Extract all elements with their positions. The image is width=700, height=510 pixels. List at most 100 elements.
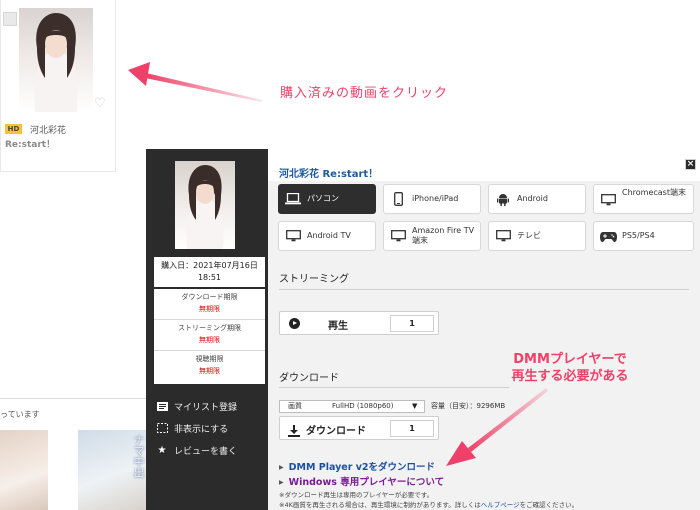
stream-count: 1: [390, 315, 434, 332]
related-video-thumbnail[interactable]: [0, 430, 48, 510]
player-download-link[interactable]: ▶ DMM Player v2をダウンロード: [279, 459, 435, 473]
streaming-divider: [279, 289, 689, 290]
star-icon: ★: [157, 444, 167, 456]
device-label: Android TV: [307, 231, 351, 240]
annotation-click-purchased: 購入済みの動画をクリック: [280, 86, 449, 101]
video-thumbnail[interactable]: [19, 8, 93, 112]
select-checkbox[interactable]: [3, 12, 17, 26]
monitor-icon: [387, 230, 409, 242]
play-button[interactable]: 再生 1: [279, 311, 439, 335]
related-video-thumbnail[interactable]: ナマ中出: [78, 430, 148, 510]
side-item-label: 非表示にする: [174, 424, 229, 435]
device-iphone[interactable]: iPhone/iPad: [383, 184, 481, 214]
note-line-2: ※4K画質を再生される場合は、再生環境に制約があります。詳しくはヘルプページをご…: [279, 499, 578, 509]
download-divider: [279, 387, 509, 388]
side-item-hide[interactable]: 非表示にする: [156, 417, 266, 439]
bullet-triangle-icon: ▶: [279, 479, 284, 486]
quality-value: FullHD (1080p60): [332, 402, 394, 410]
streaming-heading: ストリーミング: [279, 274, 349, 285]
annotation-need-player: DMMプレイヤーで 再生する必要がある: [500, 351, 640, 385]
dropdown-arrow-icon: ▼: [412, 402, 418, 410]
device-label: パソコン: [307, 194, 339, 203]
quality-row: 画質 FullHD (1080p60) ▼ 容量（目安）：9296MB: [279, 399, 505, 413]
modal-title: 河北彩花 Re:start！: [279, 169, 379, 180]
favorite-heart-icon[interactable]: ♡: [94, 96, 106, 111]
note-text: ※4K画質を再生される場合は、再生環境に制約があります。詳しくは: [279, 501, 481, 509]
monitor-icon: [597, 194, 619, 206]
download-icon: [288, 422, 300, 437]
device-label-line2: 端末: [412, 236, 428, 245]
link-text: DMM Player v2をダウンロード: [288, 462, 435, 473]
device-pc[interactable]: パソコン: [278, 184, 376, 214]
device-android-tv[interactable]: Android TV: [278, 221, 376, 251]
bullet-triangle-icon: ▶: [279, 464, 284, 471]
mylist-icon: [156, 401, 168, 411]
device-label: PS5/PS4: [622, 231, 655, 240]
hd-badge: HD: [5, 124, 22, 134]
hide-icon: [156, 423, 168, 433]
device-ps[interactable]: PS5/PS4: [593, 221, 694, 251]
side-item-label: レビューを書く: [174, 446, 238, 457]
monitor-icon: [282, 230, 304, 242]
gamepad-icon: [597, 231, 619, 242]
phone-icon: [387, 192, 409, 206]
android-icon: [492, 193, 514, 206]
device-label: テレビ: [517, 231, 541, 240]
download-count: 1: [390, 420, 434, 437]
device-tv[interactable]: テレビ: [488, 221, 586, 251]
device-android[interactable]: Android: [488, 184, 586, 214]
link-text: Windows 専用プレイヤーについて: [288, 477, 445, 488]
side-item-mylist[interactable]: マイリスト登録: [156, 395, 266, 417]
divider: [0, 398, 150, 399]
note-text: をご確認ください。: [519, 501, 579, 509]
purchase-detail-modal: 購入日：2021年07月16日 18:51 ダウンロード期限 無期限 ストリーミ…: [146, 149, 700, 510]
period-value: 無期限: [199, 336, 220, 344]
period-value: 無期限: [199, 305, 220, 313]
download-label: ダウンロード: [306, 426, 366, 437]
side-menu: マイリスト登録 非表示にする ★ レビューを書く: [156, 395, 266, 461]
purchase-time: 18:51: [197, 273, 222, 282]
windows-player-link[interactable]: ▶ Windows 専用プレイヤーについて: [279, 474, 444, 488]
annotation-line: 再生する必要がある: [511, 369, 629, 384]
device-label: Android: [517, 194, 548, 203]
actress-name[interactable]: 河北彩花: [30, 123, 66, 136]
device-label-line1: Amazon Fire TV: [412, 226, 475, 235]
streaming-period: ストリーミング期限 無期限: [154, 320, 265, 351]
annotation-line: DMMプレイヤーで: [513, 352, 627, 367]
device-fire-tv[interactable]: Amazon Fire TV 端末: [383, 221, 481, 251]
period-label: ダウンロード期限: [181, 293, 238, 301]
quality-key: 画質: [288, 402, 302, 410]
play-icon: [289, 318, 300, 329]
device-label: Amazon Fire TV 端末: [412, 226, 474, 246]
period-value: 無期限: [199, 367, 220, 375]
related-cover-text: ナマ中出: [132, 434, 145, 478]
purchase-date-box: 購入日：2021年07月16日 18:51: [154, 257, 265, 287]
period-label: 視聴期限: [195, 355, 224, 363]
side-item-review[interactable]: ★ レビューを書く: [156, 439, 266, 461]
modal-header: 河北彩花 Re:start！: [268, 149, 700, 181]
download-button[interactable]: ダウンロード 1: [279, 416, 439, 440]
device-label: Chromecast端末: [622, 188, 686, 197]
modal-main-panel: 河北彩花 Re:start！ パソコン iPhone/iPad Android: [268, 149, 700, 510]
help-page-link[interactable]: ヘルプページ: [481, 501, 520, 509]
capacity-text: 容量（目安）：9296MB: [431, 402, 506, 410]
related-section-label: っています: [0, 410, 40, 419]
laptop-icon: [282, 193, 304, 205]
viewing-period: 視聴期限 無期限: [154, 351, 265, 382]
close-icon[interactable]: ×: [685, 159, 696, 170]
side-item-label: マイリスト登録: [174, 402, 238, 413]
device-label: iPhone/iPad: [412, 194, 459, 203]
download-period: ダウンロード期限 無期限: [154, 289, 265, 320]
period-label: ストリーミング期限: [178, 324, 241, 332]
modal-cover-image: [175, 161, 235, 249]
note-line-1: ※ダウンロード再生は専用のプレイヤーが必要です。: [279, 491, 434, 499]
play-label: 再生: [328, 321, 348, 332]
monitor-icon: [492, 230, 514, 242]
purchased-video-card[interactable]: ♡ HD 河北彩花 Re:start！: [0, 0, 116, 172]
video-title[interactable]: Re:start！: [5, 137, 55, 150]
arrow-to-video-icon: [128, 62, 262, 102]
quality-select[interactable]: 画質 FullHD (1080p60) ▼: [279, 399, 425, 413]
download-heading: ダウンロード: [279, 373, 339, 384]
device-chromecast[interactable]: Chromecast端末: [593, 184, 694, 214]
expiry-periods: ダウンロード期限 無期限 ストリーミング期限 無期限 視聴期限 無期限: [154, 289, 265, 384]
